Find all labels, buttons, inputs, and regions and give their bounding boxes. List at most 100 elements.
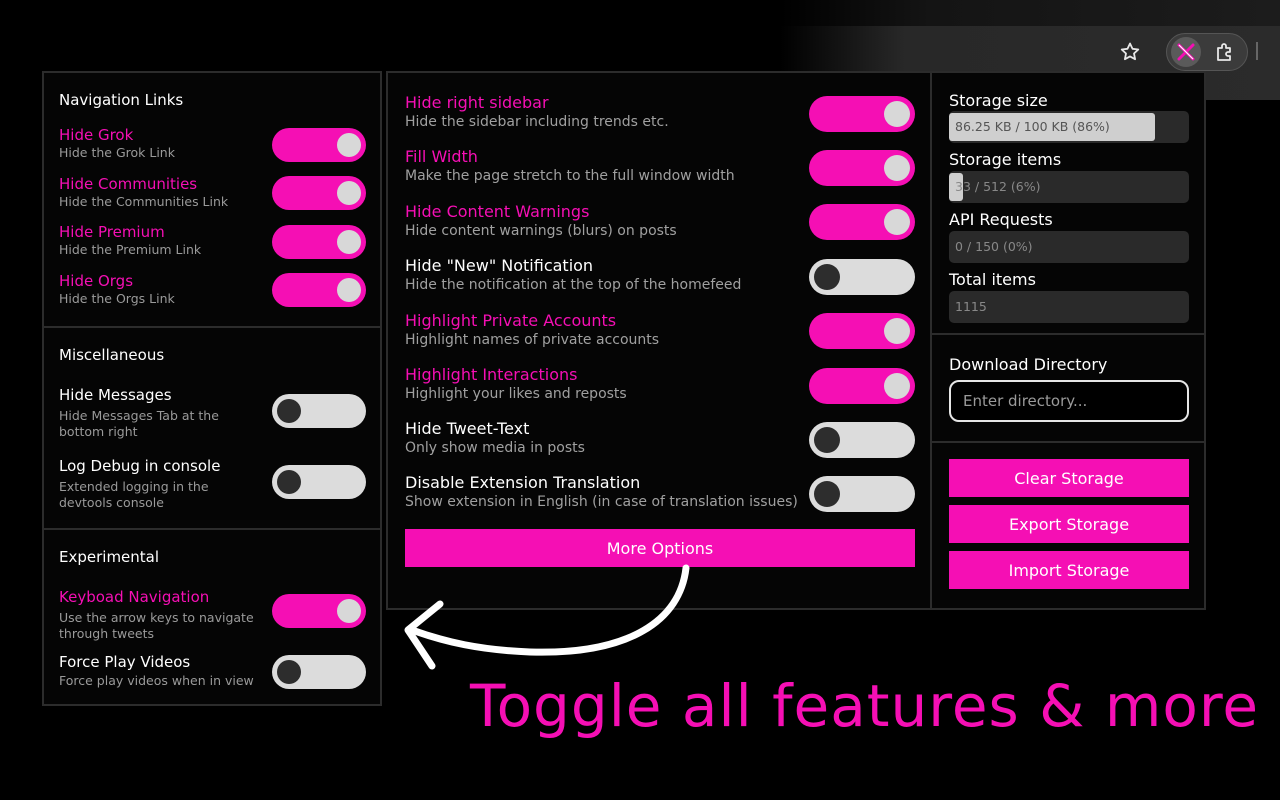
api-requests-value: 0 / 150 (0%)	[955, 239, 1033, 254]
option-title: Hide Premium	[59, 223, 165, 241]
option-desc: Hide content warnings (blurs) on posts	[405, 223, 677, 239]
option-title: Log Debug in console	[59, 457, 221, 475]
x-extension-icon[interactable]	[1171, 37, 1201, 67]
storage-panel: Storage size 86.25 KB / 100 KB (86%) Sto…	[930, 71, 1206, 610]
toggle-hide-tweet-text[interactable]	[809, 422, 915, 458]
toggle-fill-width[interactable]	[809, 150, 915, 186]
option-hide-tweet-text: Hide Tweet-Text Only show media in posts	[405, 419, 585, 457]
toggle-hide-right-sidebar[interactable]	[809, 96, 915, 132]
toggle-keyboard-navigation[interactable]	[272, 594, 366, 628]
option-hide-grok: Hide Grok Hide the Grok Link	[59, 126, 175, 160]
option-title: Force Play Videos	[59, 653, 191, 671]
option-desc: Show extension in English (in case of tr…	[405, 494, 798, 510]
left-settings-panel: Navigation Links Hide Grok Hide the Grok…	[42, 71, 382, 706]
option-desc-line: bottom right	[59, 424, 138, 439]
toggle-force-play-videos[interactable]	[272, 655, 366, 689]
option-title: Fill Width	[405, 147, 478, 166]
option-desc: Only show media in posts	[405, 440, 585, 456]
option-hide-content-warnings: Hide Content Warnings Hide content warni…	[405, 202, 677, 240]
option-title: Highlight Interactions	[405, 365, 578, 384]
option-disable-extension-translation: Disable Extension Translation Show exten…	[405, 473, 798, 511]
option-title: Hide Orgs	[59, 272, 134, 290]
tagline: Toggle all features & more	[470, 672, 1260, 740]
toggle-highlight-interactions[interactable]	[809, 368, 915, 404]
navigation-links-section: Navigation Links Hide Grok Hide the Grok…	[44, 73, 380, 326]
option-highlight-interactions: Highlight Interactions Highlight your li…	[405, 365, 627, 403]
option-title: Hide "New" Notification	[405, 256, 594, 275]
option-title: Hide Messages	[59, 386, 172, 404]
option-highlight-private-accounts: Highlight Private Accounts Highlight nam…	[405, 311, 659, 349]
toggle-highlight-private-accounts[interactable]	[809, 313, 915, 349]
option-desc: Hide the sidebar including trends etc.	[405, 114, 669, 130]
option-desc: Make the page stretch to the full window…	[405, 168, 735, 184]
option-desc: Hide the Orgs Link	[59, 291, 175, 306]
miscellaneous-section: Miscellaneous Hide Messages Hide Message…	[44, 326, 380, 528]
total-items-label: Total items	[949, 270, 1036, 289]
option-desc: Hide the notification at the top of the …	[405, 277, 742, 293]
import-storage-button[interactable]: Import Storage	[949, 551, 1189, 589]
storage-size-label: Storage size	[949, 91, 1048, 110]
toggle-log-debug[interactable]	[272, 465, 366, 499]
toggle-hide-new-notification[interactable]	[809, 259, 915, 295]
storage-items-bar: 33 / 512 (6%)	[949, 171, 1189, 203]
toggle-hide-communities[interactable]	[272, 176, 366, 210]
storage-items-value: 33 / 512 (6%)	[955, 179, 1041, 194]
divider	[932, 333, 1204, 335]
browser-tabstrip	[780, 0, 1280, 26]
option-title: Hide Communities	[59, 175, 198, 193]
option-desc-line: devtools console	[59, 495, 164, 510]
option-title: Hide Grok	[59, 126, 134, 144]
option-desc: Force play videos when in view	[59, 673, 254, 688]
storage-size-bar: 86.25 KB / 100 KB (86%)	[949, 111, 1189, 143]
api-requests-label: API Requests	[949, 210, 1053, 229]
curved-arrow-icon	[404, 564, 690, 670]
toggle-hide-orgs[interactable]	[272, 273, 366, 307]
section-title: Miscellaneous	[59, 346, 165, 364]
section-title: Experimental	[59, 548, 160, 566]
export-storage-button[interactable]: Export Storage	[949, 505, 1189, 543]
option-hide-new-notification: Hide "New" Notification Hide the notific…	[405, 256, 741, 294]
option-title: Disable Extension Translation	[405, 473, 641, 492]
option-hide-orgs: Hide Orgs Hide the Orgs Link	[59, 272, 175, 306]
option-desc: Hide the Grok Link	[59, 145, 175, 160]
option-title: Hide right sidebar	[405, 93, 549, 112]
option-title: Hide Content Warnings	[405, 202, 590, 221]
option-force-play-videos: Force Play Videos Force play videos when…	[59, 653, 254, 688]
storage-items-label: Storage items	[949, 150, 1062, 169]
star-icon[interactable]	[1118, 40, 1142, 64]
option-desc-line: Use the arrow keys to navigate	[59, 610, 254, 625]
section-title: Navigation Links	[59, 91, 184, 109]
option-desc: Hide the Premium Link	[59, 242, 202, 257]
extensions-pill	[1166, 33, 1248, 71]
puzzle-icon[interactable]	[1213, 40, 1237, 64]
option-fill-width: Fill Width Make the page stretch to the …	[405, 147, 735, 185]
toolbar-separator	[1256, 42, 1258, 60]
experimental-section: Experimental Keyboad Navigation Use the …	[44, 528, 380, 706]
option-hide-premium: Hide Premium Hide the Premium Link	[59, 223, 201, 257]
total-items-value: 1115	[955, 299, 987, 314]
divider	[932, 441, 1204, 443]
download-directory-input[interactable]	[949, 380, 1189, 422]
option-hide-communities: Hide Communities Hide the Communities Li…	[59, 175, 228, 209]
toggle-hide-content-warnings[interactable]	[809, 204, 915, 240]
option-hide-right-sidebar: Hide right sidebar Hide the sidebar incl…	[405, 93, 669, 131]
download-directory-label: Download Directory	[949, 355, 1108, 374]
toggle-hide-grok[interactable]	[272, 128, 366, 162]
x-logo-icon	[1177, 43, 1195, 61]
option-desc-line: through tweets	[59, 626, 155, 641]
option-title: Hide Tweet-Text	[405, 419, 530, 438]
option-desc-line: Hide Messages Tab at the	[59, 408, 219, 423]
toggle-hide-messages[interactable]	[272, 394, 366, 428]
toggle-hide-premium[interactable]	[272, 225, 366, 259]
option-desc: Hide the Communities Link	[59, 194, 229, 209]
option-title: Highlight Private Accounts	[405, 311, 617, 330]
option-keyboard-navigation: Keyboad Navigation Use the arrow keys to…	[59, 588, 254, 641]
storage-size-value: 86.25 KB / 100 KB (86%)	[955, 119, 1110, 134]
clear-storage-button[interactable]: Clear Storage	[949, 459, 1189, 497]
option-desc-line: Extended logging in the	[59, 479, 209, 494]
option-hide-messages: Hide Messages Hide Messages Tab at the b…	[59, 386, 219, 439]
total-items-field: 1115	[949, 291, 1189, 323]
main-settings-panel: Hide right sidebar Hide the sidebar incl…	[386, 71, 933, 610]
toggle-disable-extension-translation[interactable]	[809, 476, 915, 512]
api-requests-bar: 0 / 150 (0%)	[949, 231, 1189, 263]
